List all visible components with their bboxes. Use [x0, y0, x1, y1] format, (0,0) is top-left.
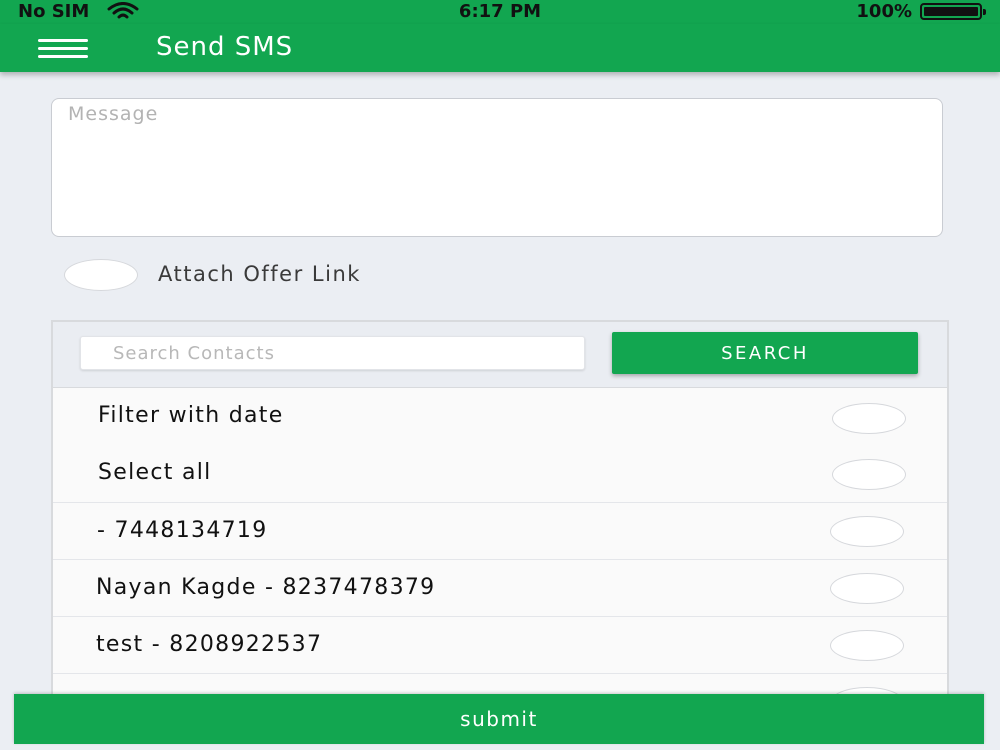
contact-checkbox[interactable]	[830, 630, 904, 661]
select-all-checkbox[interactable]	[832, 459, 906, 490]
filter-with-date-row[interactable]: Filter with date	[53, 388, 947, 445]
contact-row[interactable]: Nayan Kagde - 8237478379	[53, 559, 947, 616]
app-bar: Send SMS	[0, 24, 1000, 72]
contact-row[interactable]: - 7448134719	[53, 502, 947, 559]
attach-offer-link-label: Attach Offer Link	[158, 262, 361, 286]
status-bar: No SIM 6:17 PM 100%	[0, 0, 1000, 24]
status-time: 6:17 PM	[458, 1, 542, 22]
contacts-panel: SEARCH Filter with date Select all - 744…	[51, 320, 949, 700]
attach-offer-link-checkbox[interactable]	[64, 259, 138, 291]
filter-with-date-label: Filter with date	[98, 403, 284, 428]
hamburger-menu-icon[interactable]	[38, 39, 88, 59]
contact-label: - 7448134719	[97, 518, 268, 543]
contact-search-bar: SEARCH	[53, 322, 947, 388]
battery-icon	[920, 3, 986, 20]
submit-button[interactable]: submit	[14, 694, 984, 744]
contact-label: Nayan Kagde - 8237478379	[96, 575, 436, 600]
search-contacts-input[interactable]	[80, 336, 585, 370]
select-all-label: Select all	[98, 460, 212, 485]
contact-checkbox[interactable]	[830, 516, 904, 547]
filter-with-date-checkbox[interactable]	[832, 403, 906, 434]
contact-label: test - 8208922537	[96, 632, 323, 657]
page-title: Send SMS	[156, 32, 294, 62]
status-right: 100%	[856, 1, 986, 22]
message-input[interactable]	[51, 98, 943, 237]
select-all-row[interactable]: Select all	[53, 445, 947, 502]
contact-checkbox[interactable]	[830, 573, 904, 604]
contact-row[interactable]: test - 8208922537	[53, 616, 947, 673]
search-button[interactable]: SEARCH	[612, 332, 918, 374]
battery-percent: 100%	[856, 1, 912, 22]
